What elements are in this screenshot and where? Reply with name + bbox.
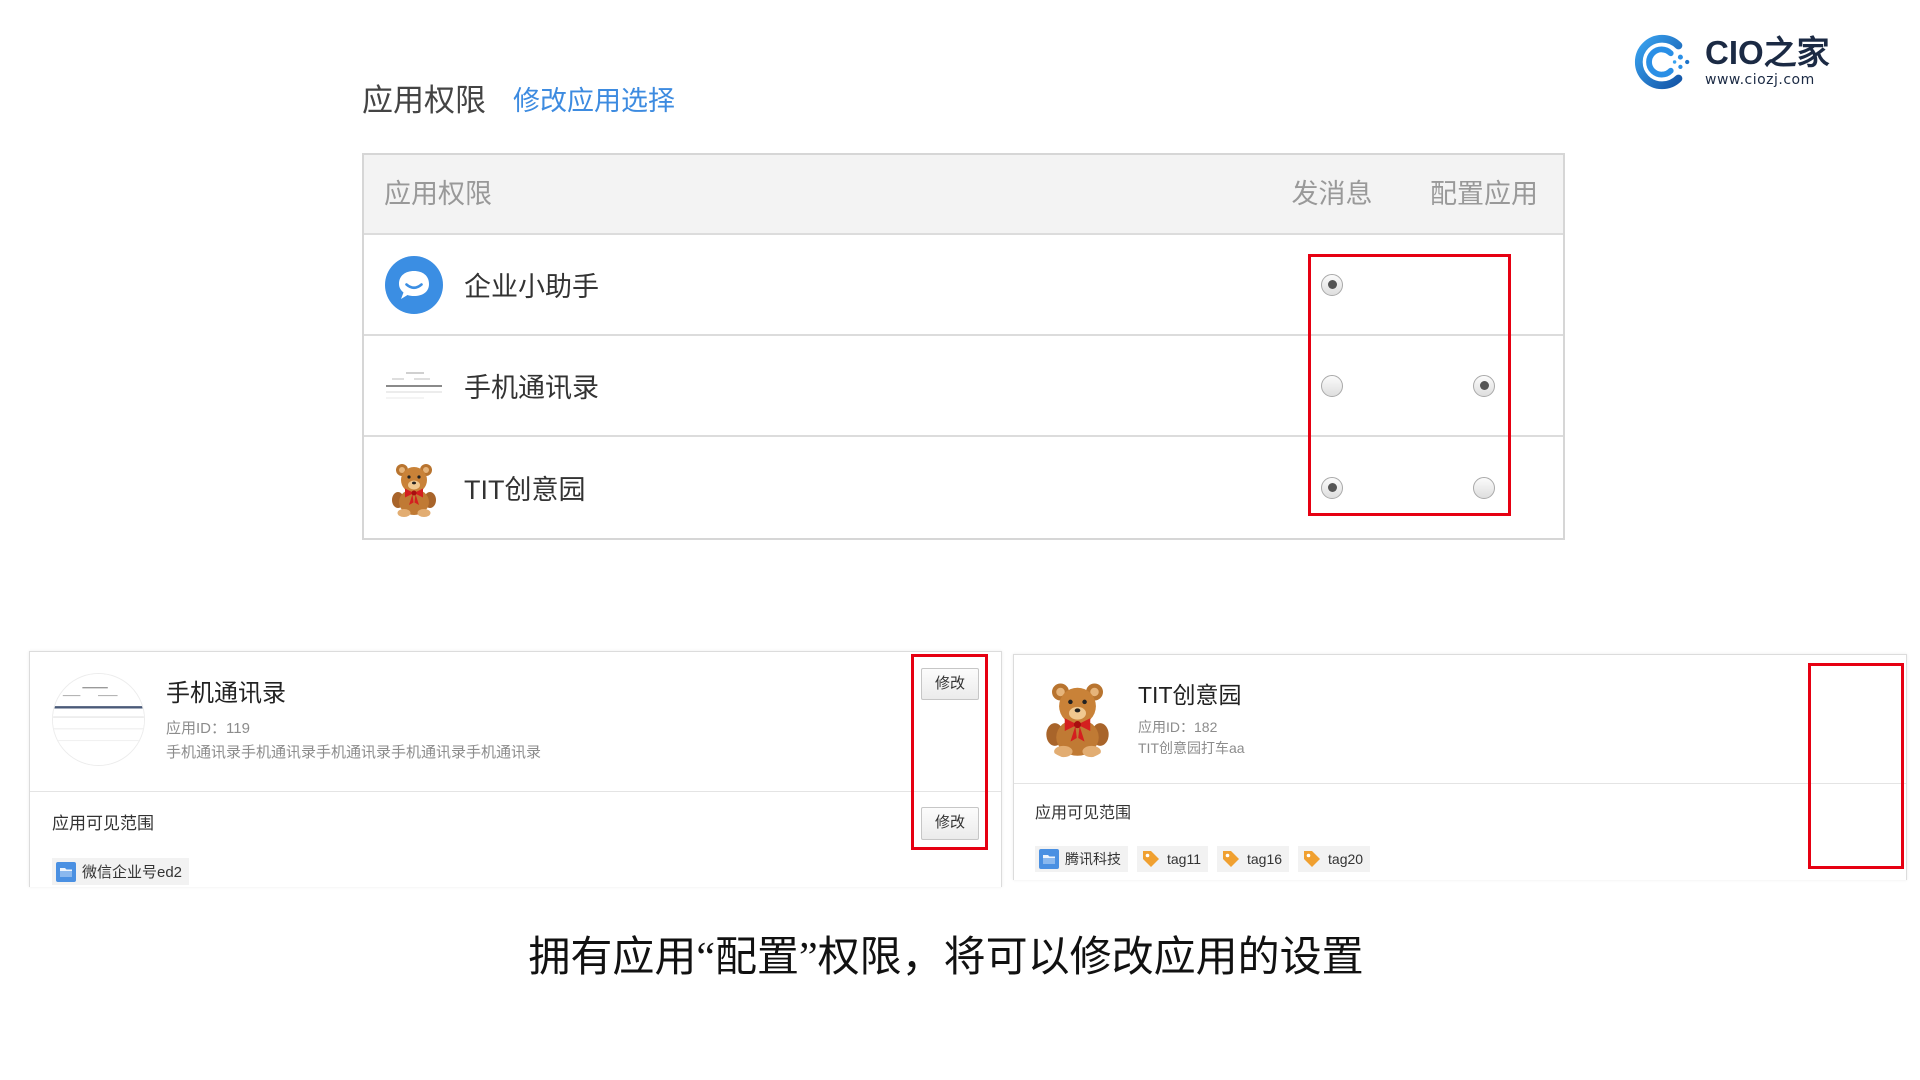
configure-app-radio[interactable] [1473,374,1495,397]
scope-tag: 腾讯科技 [1035,846,1128,872]
folder-icon [1039,849,1059,869]
table-row: 企业小助手 [364,235,1563,336]
teddy-bear-icon [384,458,444,518]
visible-scope-tags: 腾讯科技 tag11 tag16 tag20 [1035,846,1371,872]
cio-logo-mark-icon [1631,31,1693,93]
chat-bubble-icon [384,255,444,315]
configure-app-radio[interactable] [1473,476,1495,499]
scope-tag-label: 微信企业号ed2 [82,864,183,881]
app-detail-card-tit: TIT创意园 应用ID：182 TIT创意园打车aa 应用可见范围 腾讯科技 t… [1013,654,1907,880]
edit-app-selection-link[interactable]: 修改应用选择 [513,82,675,120]
header-configure-app: 配置应用 [1430,179,1538,209]
tag-icon [1302,849,1322,869]
card-app-id: 应用ID：119 [166,720,250,737]
logo-url: www.ciozj.com [1705,72,1815,88]
edit-app-button[interactable]: 修改 [921,668,979,700]
send-message-radio[interactable] [1321,476,1343,499]
contacts-preview-icon [52,673,145,766]
card-app-title: TIT创意园 [1138,682,1242,708]
permission-title-row: 应用权限 修改应用选择 [362,82,675,120]
tag-icon [1221,849,1241,869]
scope-tag-label: 腾讯科技 [1065,851,1121,867]
send-message-radio[interactable] [1321,273,1343,296]
scope-tag-label: tag11 [1167,851,1201,867]
edit-visible-scope-button[interactable]: 修改 [921,807,979,840]
card-app-id: 应用ID：182 [1138,719,1218,735]
logo-text: CIO之家 www.ciozj.com [1705,35,1830,89]
slide-caption: 拥有应用“配置”权限，将可以修改应用的设置 [528,935,1364,981]
table-header: 应用权限 发消息 配置应用 [364,155,1563,235]
app-detail-card-contacts: 手机通讯录 应用ID：119 手机通讯录手机通讯录手机通讯录手机通讯录手机通讯录… [29,651,1002,887]
scope-tag-label: tag20 [1328,851,1364,867]
card-divider [30,791,1001,792]
scope-tag: 微信企业号ed2 [52,858,190,885]
folder-icon [56,861,76,882]
app-name: TIT创意园 [464,475,586,505]
app-name: 企业小助手 [464,272,599,302]
card-divider [1014,783,1906,784]
send-message-radio[interactable] [1321,374,1343,397]
scope-tag: tag16 [1217,846,1290,872]
card-app-title: 手机通讯录 [166,680,286,707]
scope-tag-label: tag16 [1247,851,1283,867]
card-app-description: TIT创意园打车aa [1138,740,1245,756]
scope-tag: tag11 [1137,846,1208,872]
visible-scope-label: 应用可见范围 [1035,805,1132,822]
app-name: 手机通讯录 [464,373,599,403]
section-title: 应用权限 [362,83,486,118]
visible-scope-label: 应用可见范围 [52,814,154,833]
visible-scope-tags: 微信企业号ed2 [52,858,190,885]
header-send-message: 发消息 [1291,179,1373,209]
card-app-description: 手机通讯录手机通讯录手机通讯录手机通讯录手机通讯录 [166,744,542,761]
table-row: 手机通讯录 [364,336,1563,437]
scope-tag: tag20 [1298,846,1371,872]
cio-logo: CIO之家 www.ciozj.com [1631,30,1861,94]
app-permission-table: 应用权限 发消息 配置应用 企业小助手 手机通讯录 TIT创意园 [362,153,1565,540]
page: CIO之家 www.ciozj.com 应用权限 修改应用选择 应用权限 发消息… [0,0,1920,1080]
header-app-permission: 应用权限 [384,179,492,209]
logo-name: CIO之家 [1705,34,1830,71]
table-row: TIT创意园 [364,437,1563,538]
teddy-bear-icon [1035,675,1120,760]
contacts-preview-icon [384,356,444,416]
tag-icon [1141,849,1161,869]
